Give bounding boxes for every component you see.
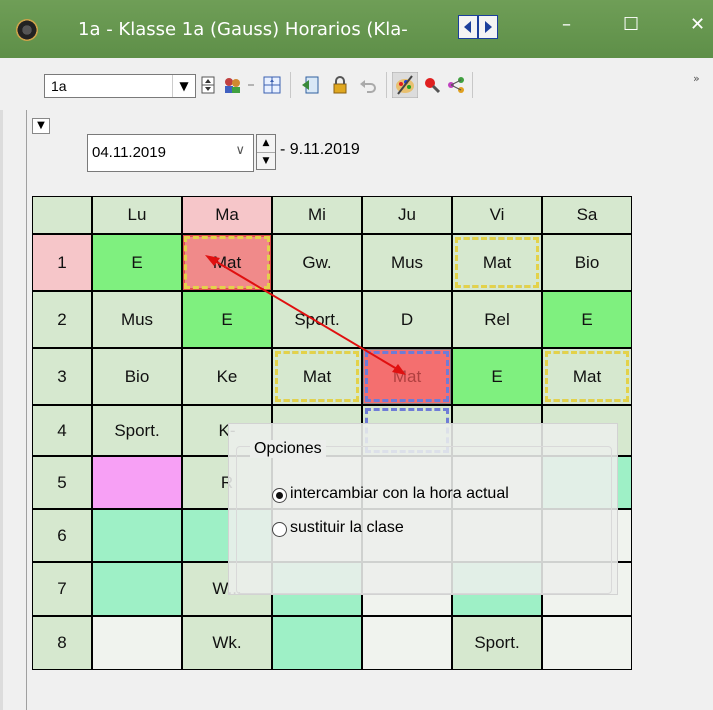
replace-option-label[interactable]: sustituir la clase	[290, 519, 404, 537]
arrow-head-icon	[392, 364, 406, 375]
drag-arrow-line	[209, 257, 403, 373]
arrow-head-icon	[205, 255, 220, 266]
drag-arrow	[205, 255, 406, 375]
options-group-title: Opciones	[250, 440, 326, 458]
replace-radio[interactable]	[272, 522, 287, 537]
swap-option-label[interactable]: intercambiar con la hora actual	[290, 485, 509, 503]
swap-radio[interactable]	[272, 488, 287, 503]
